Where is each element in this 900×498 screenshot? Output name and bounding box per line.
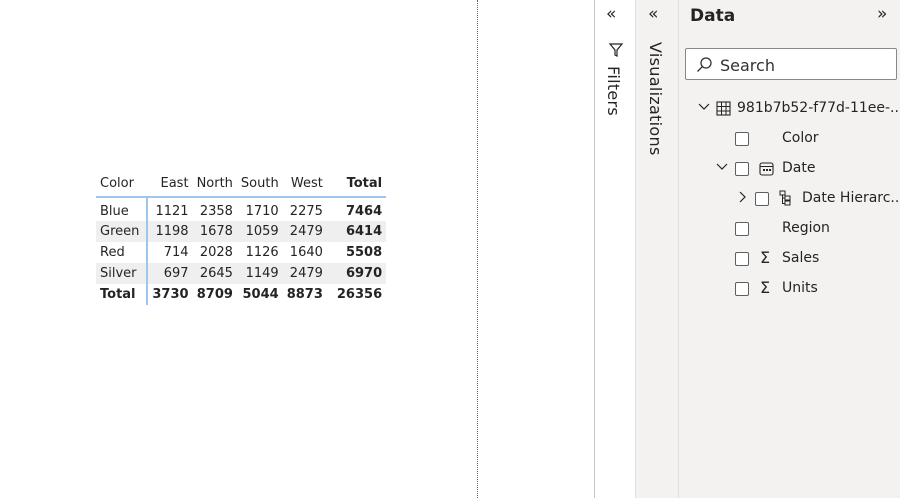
table-cell[interactable]: 2479 [282,263,327,284]
table-icon [716,101,731,120]
field-item-date-hierarchy[interactable]: Date Hierarc... [735,188,900,210]
sigma-icon: Σ [760,248,771,267]
table-name: 981b7b52-f77d-11ee-... [737,100,900,116]
row-header[interactable]: Green [96,221,149,242]
field-item-region[interactable]: Region [735,218,895,240]
search-input[interactable]: Search [685,48,897,80]
table-cell[interactable]: 8873 [283,284,327,305]
field-item-color[interactable]: Color [735,128,895,150]
search-placeholder: Search [720,56,775,75]
data-pane: Data » Search 981b7b52-f77d-11ee-... Col… [678,0,900,498]
field-item-date[interactable]: Date [715,158,895,180]
double-chevron-left-icon[interactable]: « [606,6,616,23]
table-cell[interactable]: 5044 [237,284,283,305]
table-row: Red 714 2028 1126 1640 5508 [96,242,386,263]
row-header[interactable]: Silver [96,263,149,284]
field-label: Sales [782,250,820,266]
field-checkbox[interactable] [735,132,749,146]
column-header-color[interactable]: Color [96,170,148,198]
table-row: Green 1198 1678 1059 2479 6414 [96,221,387,242]
search-icon [696,56,713,77]
row-total-cell[interactable]: 6970 [326,263,387,284]
field-item-sales[interactable]: Σ Sales [735,248,895,270]
row-header[interactable]: Total [96,284,149,305]
table-cell[interactable]: 714 [147,242,192,263]
column-header-south[interactable]: South [236,170,283,198]
table-cell[interactable]: 2358 [193,197,237,221]
table-row: Silver 697 2645 1149 2479 6970 [96,263,387,284]
table-cell[interactable]: 697 [147,263,193,284]
row-total-cell[interactable]: 7464 [327,197,386,221]
column-header-west[interactable]: West [282,170,327,198]
field-checkbox[interactable] [735,162,749,176]
row-header[interactable]: Blue [96,197,149,221]
grand-total-row: Total 3730 8709 5044 8873 26356 [96,284,386,305]
hierarchy-icon [779,190,793,210]
table-cell[interactable]: 2028 [193,242,237,263]
chevron-down-icon[interactable] [697,100,711,118]
field-label: Region [782,220,830,236]
table-cell[interactable]: 1640 [283,242,327,263]
double-chevron-right-icon[interactable]: » [877,6,887,23]
table-row: Blue 1121 2358 1710 2275 7464 [96,197,386,221]
field-checkbox[interactable] [755,192,769,206]
report-canvas[interactable]: Color East North South West Total Blue 1… [0,0,478,498]
grand-total-cell[interactable]: 26356 [327,284,386,305]
column-header-north[interactable]: North [192,170,237,198]
table-cell[interactable]: 1710 [237,197,283,221]
chevron-right-icon[interactable] [735,190,749,208]
field-label: Date [782,160,816,176]
table-cell[interactable]: 1059 [236,221,283,242]
field-label: Units [782,280,818,296]
field-checkbox[interactable] [735,222,749,236]
double-chevron-left-icon[interactable]: « [648,6,658,23]
field-item-units[interactable]: Σ Units [735,278,895,300]
table-cell[interactable]: 1121 [147,197,192,221]
field-label: Date Hierarc... [802,190,900,206]
table-cell[interactable]: 8709 [193,284,237,305]
tree-item-table[interactable]: 981b7b52-f77d-11ee-... [697,98,900,120]
table-cell[interactable]: 1149 [236,263,283,284]
sigma-icon: Σ [760,278,771,297]
field-checkbox[interactable] [735,252,749,266]
calendar-icon [759,161,774,180]
filters-pane[interactable]: « Filters [594,0,636,498]
column-header-total[interactable]: Total [326,170,387,198]
filter-icon [608,42,624,62]
visualizations-pane-label[interactable]: Visualizations [646,42,665,156]
table-cell[interactable]: 1678 [192,221,237,242]
row-header[interactable]: Red [96,242,149,263]
table-cell[interactable]: 1126 [237,242,283,263]
table-cell[interactable]: 2645 [192,263,237,284]
field-checkbox[interactable] [735,282,749,296]
page-boundary [477,0,478,498]
table-cell[interactable]: 3730 [147,284,192,305]
row-total-cell[interactable]: 5508 [327,242,386,263]
chevron-down-icon[interactable] [715,160,729,178]
column-header-east[interactable]: East [147,170,193,198]
data-pane-title: Data [690,6,736,26]
table-cell[interactable]: 2275 [283,197,327,221]
row-total-cell[interactable]: 6414 [326,221,387,242]
matrix-visual[interactable]: Color East North South West Total Blue 1… [96,170,387,305]
table-cell[interactable]: 1198 [147,221,193,242]
field-label: Color [782,130,819,146]
visualizations-pane[interactable]: « Visualizations [635,0,679,498]
table-cell[interactable]: 2479 [282,221,327,242]
filters-pane-label[interactable]: Filters [604,66,623,116]
matrix-header-row: Color East North South West Total [96,170,387,198]
